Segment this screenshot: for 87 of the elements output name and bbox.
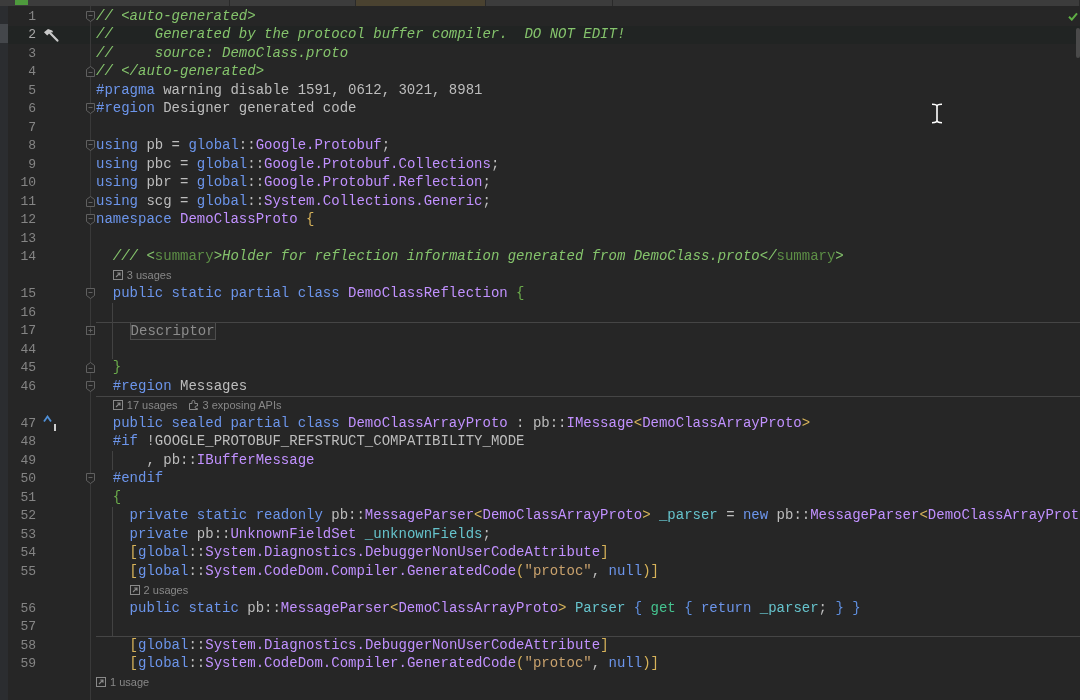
code-line: #if !GOOGLE_PROTOBUF_REFSTRUCT_COMPATIBILITY_MODE bbox=[112, 432, 525, 452]
code-line: /// <summary>Holder for reflection information generated from DemoClass.proto</summary> bbox=[112, 247, 844, 267]
line-number: 11 bbox=[20, 193, 36, 209]
line-number: 13 bbox=[20, 230, 36, 246]
code-line: #pragma warning disable 1591, 0612, 3021, 8981 bbox=[96, 80, 483, 100]
collapse-icon[interactable] bbox=[86, 214, 95, 226]
code-line: , pb::IBufferMessage bbox=[146, 450, 315, 470]
code-line: // </auto-generated> bbox=[96, 62, 265, 82]
code-line: [global::System.Diagnostics.DebuggerNonUserCodeAttribute] bbox=[129, 543, 609, 563]
inlay-hint-link[interactable]: 3 exposing APIs bbox=[188, 396, 282, 413]
folded-code-button[interactable]: Descriptor bbox=[129, 321, 216, 340]
code-line: private pb::UnknownFieldSet _unknownFields; bbox=[129, 524, 491, 544]
line-number: 49 bbox=[20, 452, 36, 468]
line-number: 16 bbox=[20, 304, 36, 320]
line-number: 47 bbox=[20, 415, 36, 431]
line-number: 12 bbox=[20, 212, 36, 227]
line-number: 53 bbox=[20, 526, 36, 542]
inlay-hint-link[interactable]: 3 usages bbox=[112, 267, 172, 284]
line-number: 58 bbox=[20, 637, 36, 653]
code-line: // <auto-generated> bbox=[96, 6, 256, 26]
collapse-icon[interactable] bbox=[86, 66, 95, 78]
line-number: 6 bbox=[28, 101, 36, 116]
line-number: 55 bbox=[20, 563, 36, 579]
hammer-icon[interactable] bbox=[43, 27, 59, 42]
inlay-hint-link[interactable]: 17 usages bbox=[112, 396, 178, 413]
line-number: 51 bbox=[20, 489, 36, 505]
line-number: 59 bbox=[20, 656, 36, 671]
collapse-icon[interactable] bbox=[86, 288, 95, 300]
panel-selection-bar bbox=[0, 24, 8, 43]
collapse-icon[interactable] bbox=[86, 103, 95, 115]
collapse-icon[interactable] bbox=[86, 362, 95, 374]
collapse-icon[interactable] bbox=[86, 195, 95, 207]
code-line: // Generated by the protocol buffer compiler. DO NOT EDIT! bbox=[96, 25, 626, 45]
inlay-hint-link[interactable]: 2 usages bbox=[129, 581, 189, 598]
code-line: namespace DemoClassProto { bbox=[96, 210, 315, 230]
caret-up-icon[interactable] bbox=[43, 415, 57, 432]
line-number: 8 bbox=[28, 138, 36, 153]
arrow-box-icon bbox=[112, 270, 123, 281]
collapse-icon[interactable] bbox=[86, 380, 95, 392]
collapse-icon[interactable] bbox=[86, 10, 95, 22]
code-line: using pbr = global::Google.Protobuf.Reflection; bbox=[96, 173, 491, 193]
collapse-icon[interactable] bbox=[86, 473, 95, 485]
line-number: 9 bbox=[28, 156, 36, 172]
code-line: public sealed partial class DemoClassArrayProto : pb::IMessage<DemoClassArrayProto> bbox=[112, 413, 811, 433]
line-number: 7 bbox=[28, 119, 36, 135]
text-cursor-icon bbox=[931, 103, 943, 124]
inlay-hint-link[interactable]: 1 usage bbox=[96, 674, 150, 691]
line-number: 5 bbox=[28, 82, 36, 98]
code-line: // source: DemoClass.proto bbox=[96, 43, 349, 63]
line-number: 1 bbox=[28, 8, 36, 24]
line-number: 54 bbox=[20, 545, 36, 560]
line-number: 4 bbox=[28, 64, 36, 79]
collapse-icon[interactable] bbox=[86, 140, 95, 152]
code-line: using pb = global::Google.Protobuf; bbox=[96, 136, 391, 156]
code-line: [global::System.Diagnostics.DebuggerNonUserCodeAttribute] bbox=[129, 635, 609, 655]
code-line: using scg = global::System.Collections.Generic; bbox=[96, 191, 491, 211]
line-number: 50 bbox=[20, 471, 36, 486]
line-number: 2 bbox=[28, 27, 36, 42]
arrow-box-icon bbox=[96, 677, 106, 688]
arrow-box-icon bbox=[129, 584, 140, 595]
line-number: 44 bbox=[20, 341, 36, 357]
code-line: private static readonly pb::MessageParser<DemoClassArrayProto> _parser = new pb::MessageParser<DemoClassArrayProt bbox=[129, 506, 1080, 526]
code-line: using pbc = global::Google.Protobuf.Collections; bbox=[96, 154, 500, 174]
code-line: [global::System.CodeDom.Compiler.GeneratedCode("protoc", null)] bbox=[129, 561, 659, 581]
line-number: 57 bbox=[20, 619, 36, 634]
expand-icon[interactable] bbox=[86, 325, 95, 337]
line-number: 45 bbox=[20, 360, 36, 375]
line-number: 10 bbox=[20, 175, 36, 190]
line-number: 46 bbox=[20, 378, 36, 394]
scrollbar-thumb[interactable] bbox=[1076, 28, 1080, 58]
code-line: [global::System.CodeDom.Compiler.GeneratedCode("protoc", null)] bbox=[129, 654, 659, 674]
code-line: { bbox=[112, 487, 122, 507]
code-line: public static pb::MessageParser<DemoClassArrayProto> Parser { get { return _parser; } } bbox=[129, 598, 861, 618]
line-number: 17 bbox=[20, 323, 36, 338]
code-line: public static partial class DemoClassReflection { bbox=[112, 284, 525, 304]
code-line: #region Designer generated code bbox=[96, 99, 357, 119]
code-line: } bbox=[112, 358, 122, 378]
line-number: 52 bbox=[20, 508, 36, 523]
line-number: 15 bbox=[20, 286, 36, 301]
code-line: #endif bbox=[112, 469, 164, 489]
line-number: 3 bbox=[28, 45, 36, 61]
arrow-box-icon bbox=[112, 399, 123, 410]
puzzle-icon bbox=[188, 399, 199, 410]
code-line: #region Messages bbox=[112, 376, 248, 396]
line-number: 56 bbox=[20, 600, 36, 616]
line-number: 14 bbox=[20, 249, 36, 264]
line-number: 48 bbox=[20, 434, 36, 449]
